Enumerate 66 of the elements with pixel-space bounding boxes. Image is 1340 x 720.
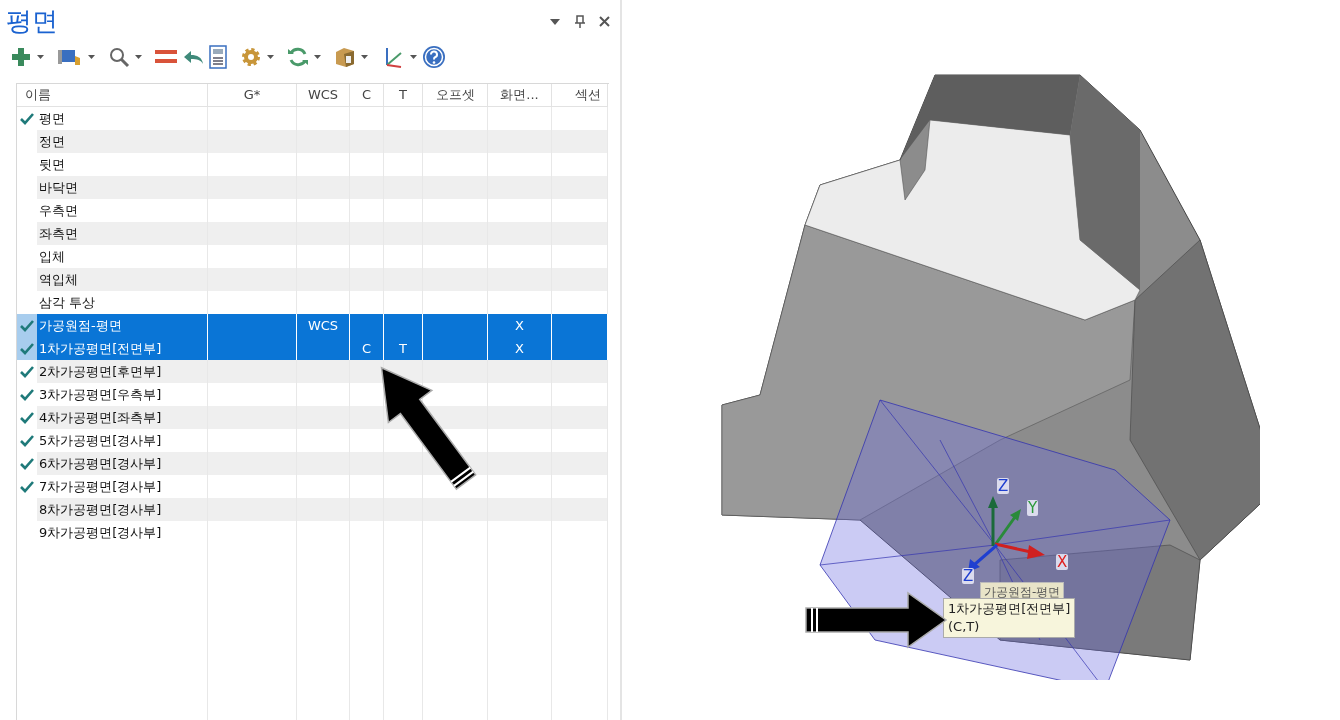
tooltip-text: (C,T) xyxy=(948,618,981,636)
help-icon[interactable] xyxy=(422,45,446,69)
caret-icon[interactable] xyxy=(361,55,368,59)
table-cell xyxy=(423,337,488,360)
panel-title: 평면 xyxy=(6,5,58,38)
dropdown-icon[interactable] xyxy=(549,17,561,26)
caret-icon[interactable] xyxy=(314,55,321,59)
column-header[interactable]: 화면... xyxy=(488,84,552,107)
caret-icon[interactable] xyxy=(410,55,417,59)
axis-label: Z xyxy=(962,568,975,584)
check-icon[interactable] xyxy=(17,337,37,360)
column-header[interactable]: 오프셋 xyxy=(423,84,488,107)
name-cell[interactable]: 2차가공평면[후면부] xyxy=(37,360,208,383)
search-icon[interactable] xyxy=(108,46,130,68)
equals-icon[interactable] xyxy=(155,50,177,64)
column-header[interactable]: 이름 xyxy=(17,84,208,107)
column-header[interactable]: C xyxy=(350,84,384,107)
pin-icon[interactable] xyxy=(575,15,585,28)
axis-x-icon xyxy=(995,540,1045,562)
table-cell xyxy=(552,337,608,360)
box-icon[interactable] xyxy=(334,46,356,68)
table-cell xyxy=(552,314,608,337)
form-icon[interactable] xyxy=(209,45,227,69)
name-cell[interactable]: 가공원점-평면 xyxy=(37,314,208,337)
undo-icon[interactable] xyxy=(182,49,204,65)
axis-label: Y xyxy=(1027,500,1039,516)
name-cell[interactable]: 9차가공평면[경사부] xyxy=(37,521,208,544)
table-cell: C xyxy=(350,337,384,360)
name-cell[interactable]: 1차가공평면[전면부] xyxy=(37,337,208,360)
caret-icon[interactable] xyxy=(267,55,274,59)
check-icon[interactable] xyxy=(17,314,37,337)
table-cell xyxy=(488,360,552,383)
name-cell[interactable]: 바닥면 xyxy=(37,176,208,199)
tooltip-text: 1차가공평면[전면부] xyxy=(948,600,1071,618)
table-cell xyxy=(552,360,608,383)
caret-icon[interactable] xyxy=(88,55,95,59)
column-header[interactable]: WCS xyxy=(297,84,350,107)
name-cell[interactable]: 역입체 xyxy=(37,268,208,291)
table-cell xyxy=(384,314,423,337)
table-cell xyxy=(423,314,488,337)
table-cell: WCS xyxy=(297,314,350,337)
column-header[interactable]: G* xyxy=(208,84,297,107)
name-cell[interactable]: 정면 xyxy=(37,130,208,153)
table-cell xyxy=(297,360,350,383)
table-cell xyxy=(350,314,384,337)
name-cell[interactable]: 8차가공평면[경사부] xyxy=(37,498,208,521)
axis-label: Z xyxy=(997,478,1010,494)
table-cell: X xyxy=(488,337,552,360)
table-cell: T xyxy=(384,337,423,360)
name-cell[interactable]: 4차가공평면[좌측부] xyxy=(37,406,208,429)
table-cell: X xyxy=(488,314,552,337)
axis-label: X xyxy=(1056,554,1069,570)
name-cell[interactable]: 좌측면 xyxy=(37,222,208,245)
plus-icon[interactable] xyxy=(10,46,32,68)
column-header[interactable]: 섹션 xyxy=(552,84,608,107)
gear-icon[interactable] xyxy=(240,46,262,68)
close-icon[interactable] xyxy=(599,16,610,27)
table-cell xyxy=(297,337,350,360)
refresh-icon[interactable] xyxy=(287,46,309,68)
name-cell[interactable]: 6차가공평면[경사부] xyxy=(37,452,208,475)
caret-icon[interactable] xyxy=(37,55,44,59)
caret-icon[interactable] xyxy=(135,55,142,59)
table-cell xyxy=(350,360,384,383)
column-header[interactable]: T xyxy=(384,84,423,107)
axis-y-icon xyxy=(993,507,1023,547)
flag-icon[interactable] xyxy=(57,47,83,67)
